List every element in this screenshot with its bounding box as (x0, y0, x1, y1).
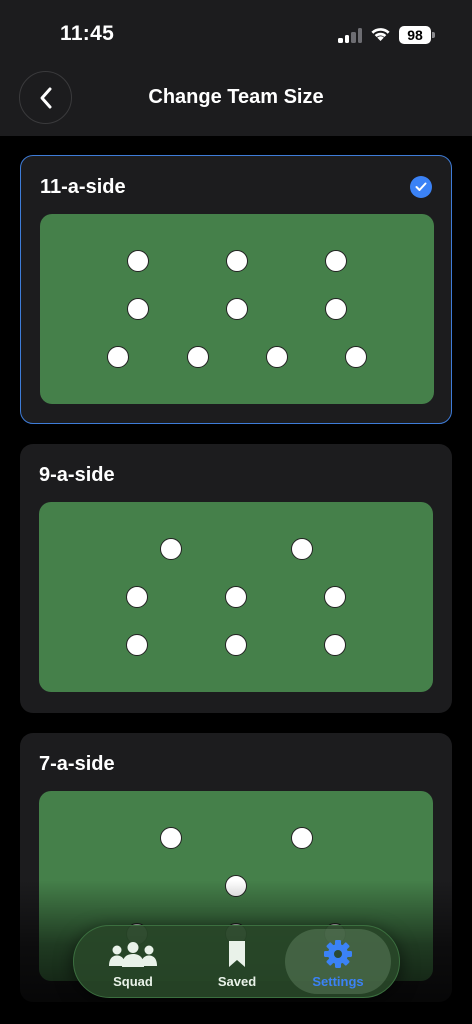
tab-squad[interactable]: Squad (80, 926, 186, 997)
battery-nub (432, 32, 435, 38)
status-bar: 11:45 98 (0, 0, 472, 70)
player-dot (226, 250, 248, 272)
player-dot (160, 827, 182, 849)
tab-bar: Squad Saved Settings (73, 925, 400, 998)
option-label: 7-a-side (39, 753, 115, 775)
option-label: 9-a-side (39, 464, 115, 486)
player-dot (324, 586, 346, 608)
player-dot (107, 346, 129, 368)
bookmark-icon (211, 938, 263, 970)
player-dot (345, 346, 367, 368)
player-dot (225, 586, 247, 608)
cellular-signal-icon (338, 28, 362, 43)
player-dot (187, 346, 209, 368)
player-dot (127, 250, 149, 272)
player-dot (325, 250, 347, 272)
checkmark-icon (410, 176, 432, 198)
page-title: Change Team Size (148, 86, 324, 108)
player-dot (126, 634, 148, 656)
player-dot (127, 298, 149, 320)
option-label: 11-a-side (40, 176, 126, 198)
player-dot (225, 875, 247, 897)
player-dot (160, 538, 182, 560)
tab-label: Saved (217, 974, 257, 989)
battery-icon: 98 (399, 26, 431, 44)
screen: 11:45 98 Change Team Size 11-a-side 9-a-… (0, 0, 472, 1024)
player-dot (324, 634, 346, 656)
gear-icon (312, 938, 364, 970)
player-dot (225, 634, 247, 656)
player-dot (226, 298, 248, 320)
player-dot (291, 827, 313, 849)
tab-label: Squad (113, 974, 153, 989)
wifi-icon (370, 26, 391, 42)
tab-saved[interactable]: Saved (184, 926, 290, 997)
player-dot (325, 298, 347, 320)
pitch-preview (39, 502, 433, 692)
status-time: 11:45 (60, 22, 115, 45)
pitch-preview (40, 214, 434, 404)
team-size-option-9[interactable]: 9-a-side (20, 444, 452, 713)
player-dot (126, 586, 148, 608)
tab-settings[interactable]: Settings (285, 929, 391, 994)
tab-label: Settings (312, 974, 364, 989)
users-icon (107, 938, 159, 970)
nav-header: Change Team Size (0, 70, 472, 136)
player-dot (266, 346, 288, 368)
player-dot (291, 538, 313, 560)
team-size-option-11[interactable]: 11-a-side (20, 155, 452, 424)
